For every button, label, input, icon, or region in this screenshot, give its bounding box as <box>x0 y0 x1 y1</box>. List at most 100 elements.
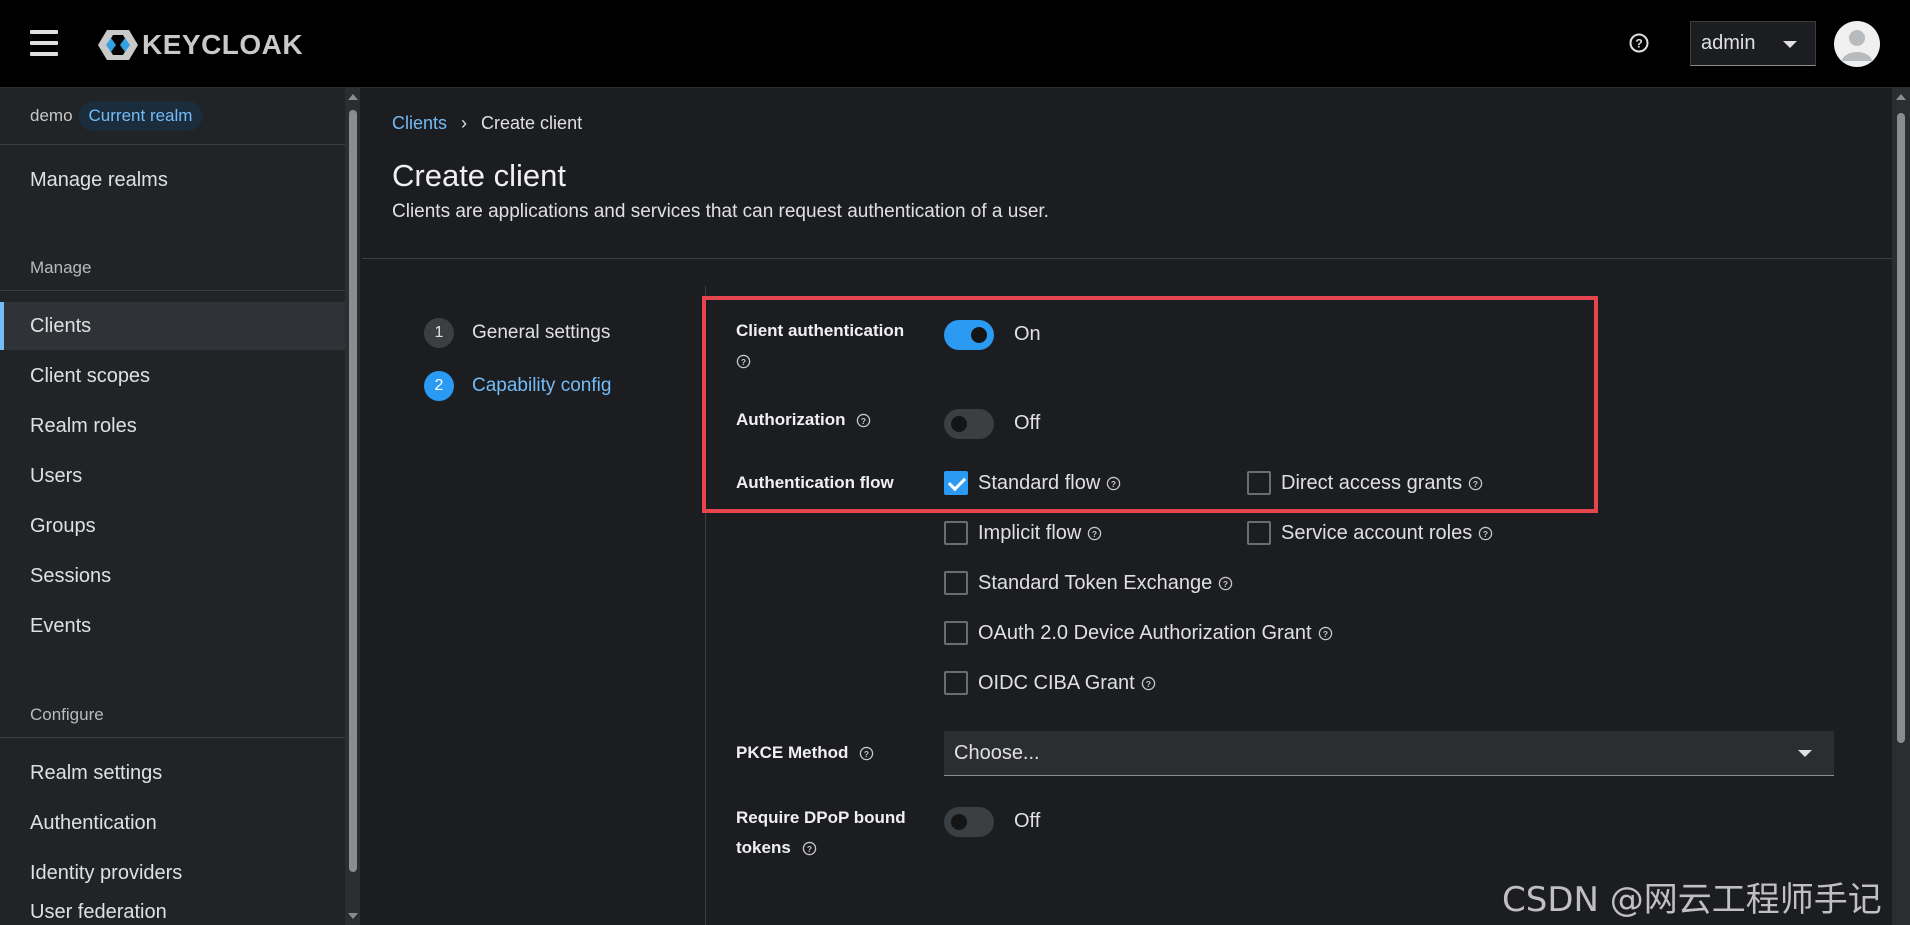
help-icon[interactable]: ? <box>856 413 871 428</box>
help-icon[interactable]: ? <box>1318 626 1333 641</box>
sidebar-item-user-federation[interactable]: User federation <box>0 897 345 925</box>
auth-flow-label: Authentication flow <box>736 473 894 492</box>
pkce-method-value: Choose... <box>954 741 1040 764</box>
divider <box>362 258 1892 259</box>
sidebar-item-realm-settings[interactable]: Realm settings <box>0 749 345 797</box>
wizard-divider <box>705 286 706 925</box>
direct-access-grants-checkbox[interactable]: Direct access grants ? <box>1247 471 1483 495</box>
svg-text:?: ? <box>1111 478 1116 488</box>
breadcrumb: Clients › Create client <box>392 113 582 134</box>
avatar[interactable] <box>1834 21 1880 67</box>
pkce-method-select[interactable]: Choose... <box>944 731 1834 776</box>
checkbox-box[interactable] <box>944 671 968 695</box>
keycloak-logo[interactable]: KEYCLOAK <box>96 27 303 63</box>
client-auth-state: On <box>1014 323 1041 345</box>
sidebar-item-users[interactable]: Users <box>0 452 345 500</box>
authorization-state: Off <box>1014 412 1041 434</box>
sidebar-item-clients[interactable]: Clients <box>0 302 345 350</box>
chevron-right-icon: › <box>461 113 468 133</box>
checkbox-box[interactable] <box>944 621 968 645</box>
oidc-ciba-grant-checkbox[interactable]: OIDC CIBA Grant ? <box>944 671 1156 695</box>
checkbox-box[interactable] <box>1247 521 1271 545</box>
client-auth-toggle[interactable] <box>944 320 994 350</box>
device-authorization-grant-checkbox[interactable]: OAuth 2.0 Device Authorization Grant ? <box>944 621 1333 645</box>
svg-text:?: ? <box>1635 37 1642 51</box>
help-icon[interactable]: ? <box>1087 526 1102 541</box>
page-description: Clients are applications and services th… <box>392 201 1049 222</box>
help-icon[interactable]: ? <box>1218 576 1233 591</box>
realm-selector[interactable]: demo Current realm <box>30 100 203 132</box>
sidebar-item-realm-roles[interactable]: Realm roles <box>0 402 345 450</box>
dpop-state: Off <box>1014 810 1041 832</box>
toggle-knob <box>951 814 967 830</box>
checkbox-label: Service account roles <box>1281 521 1473 544</box>
help-icon[interactable]: ? <box>1106 476 1121 491</box>
svg-text:?: ? <box>1473 478 1478 488</box>
logo-text: KEYCLOAK <box>142 29 304 60</box>
help-icon[interactable]: ? <box>1628 32 1650 54</box>
wizard-step-capability-config[interactable]: 2 Capability config <box>424 371 611 401</box>
sidebar-item-client-scopes[interactable]: Client scopes <box>0 352 345 400</box>
manage-realms-link[interactable]: Manage realms <box>0 156 345 204</box>
sidebar-item-groups[interactable]: Groups <box>0 502 345 550</box>
svg-text:?: ? <box>1146 678 1151 688</box>
dpop-label: Require DPoP bound tokens ? <box>736 803 906 863</box>
checkbox-label: Standard Token Exchange <box>978 571 1213 594</box>
service-account-roles-checkbox[interactable]: Service account roles ? <box>1247 521 1493 545</box>
pkce-method-label-text: PKCE Method <box>736 743 849 762</box>
main-content: Clients › Create client Create client Cl… <box>362 88 1892 925</box>
help-icon[interactable]: ? <box>1478 526 1493 541</box>
implicit-flow-checkbox[interactable]: Implicit flow ? <box>944 521 1102 545</box>
svg-text:?: ? <box>864 749 869 759</box>
sidebar-scrollbar[interactable] <box>345 88 360 925</box>
sidebar-item-events[interactable]: Events <box>0 602 345 650</box>
main-scrollbar[interactable] <box>1892 88 1910 925</box>
divider <box>0 737 345 738</box>
svg-text:?: ? <box>741 357 746 367</box>
checkbox-box[interactable] <box>1247 471 1271 495</box>
client-auth-label: Client authentication ? <box>736 316 916 376</box>
standard-flow-checkbox[interactable]: Standard flow ? <box>944 471 1121 495</box>
help-icon[interactable]: ? <box>736 354 751 369</box>
user-dropdown-label: admin <box>1701 32 1756 54</box>
help-icon[interactable]: ? <box>1468 476 1483 491</box>
sidebar-item-identity-providers[interactable]: Identity providers <box>0 849 345 897</box>
checkbox-box[interactable] <box>944 571 968 595</box>
divider <box>0 290 345 291</box>
dpop-label-line1: Require DPoP bound <box>736 808 906 827</box>
svg-text:?: ? <box>1092 528 1097 538</box>
breadcrumb-clients-link[interactable]: Clients <box>392 113 447 134</box>
checkbox-box[interactable] <box>944 521 968 545</box>
sidebar-item-authentication[interactable]: Authentication <box>0 799 345 847</box>
toggle-knob <box>971 327 987 343</box>
help-icon[interactable]: ? <box>859 746 874 761</box>
wizard-step-general-settings[interactable]: 1 General settings <box>424 318 610 348</box>
scroll-down-icon[interactable] <box>348 913 358 919</box>
svg-text:?: ? <box>1223 578 1228 588</box>
step-number: 1 <box>424 318 454 348</box>
sidebar-item-sessions[interactable]: Sessions <box>0 552 345 600</box>
breadcrumb-current: Create client <box>481 113 583 133</box>
help-icon[interactable]: ? <box>1141 676 1156 691</box>
help-icon[interactable]: ? <box>802 841 817 856</box>
user-dropdown[interactable]: admin <box>1690 21 1816 66</box>
scroll-up-icon[interactable] <box>1896 94 1906 100</box>
dpop-label-line2: tokens <box>736 838 791 857</box>
checkbox-label: Direct access grants <box>1281 471 1463 494</box>
step-label: General settings <box>472 322 611 343</box>
authorization-label-text: Authorization <box>736 410 846 429</box>
caret-down-icon <box>1798 750 1812 757</box>
scrollbar-thumb[interactable] <box>1897 113 1905 743</box>
svg-text:?: ? <box>1483 528 1488 538</box>
scrollbar-thumb[interactable] <box>349 110 357 872</box>
checkbox-box[interactable] <box>944 471 968 495</box>
current-realm-badge: Current realm <box>78 101 203 131</box>
scroll-up-icon[interactable] <box>348 94 358 100</box>
svg-text:?: ? <box>806 844 811 854</box>
dpop-toggle[interactable] <box>944 807 994 837</box>
sidebar: demo Current realm Manage realms Manage … <box>0 88 360 925</box>
checkbox-label: OAuth 2.0 Device Authorization Grant <box>978 621 1312 644</box>
standard-token-exchange-checkbox[interactable]: Standard Token Exchange ? <box>944 571 1233 595</box>
hamburger-menu-icon[interactable] <box>30 30 58 56</box>
authorization-toggle[interactable] <box>944 409 994 439</box>
